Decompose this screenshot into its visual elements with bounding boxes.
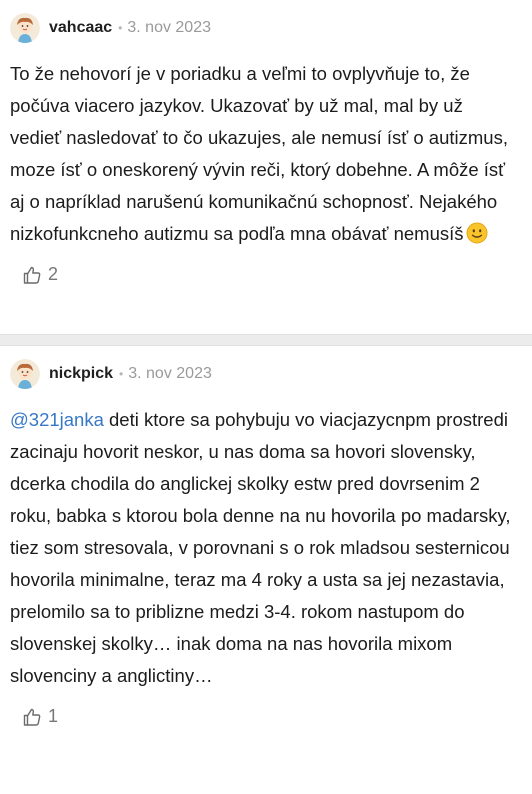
comment-text: @321janka deti ktore sa pohybuju vo viac… (10, 404, 522, 692)
meta-separator: • (118, 21, 123, 35)
comment-date: 3. nov 2023 (128, 365, 212, 382)
comment-header: vahcaac • 3. nov 2023 (10, 0, 522, 54)
username[interactable]: vahcaac (49, 19, 112, 37)
comment-divider (0, 334, 532, 346)
comment-card: vahcaac • 3. nov 2023 To že nehovorí je … (0, 0, 532, 334)
like-count: 1 (48, 706, 59, 726)
username[interactable]: nickpick (49, 365, 113, 383)
thumbs-up-icon (23, 266, 41, 284)
avatar[interactable] (10, 359, 40, 389)
comment-body-text: deti ktore sa pohybuju vo viacjazycnpm p… (10, 409, 511, 686)
comment-body-text: To že nehovorí je v poriadku a veľmi to … (10, 63, 508, 244)
comment-text: To že nehovorí je v poriadku a veľmi to … (10, 58, 522, 250)
like-button[interactable]: 1 (22, 706, 522, 727)
smiling-face-icon (466, 222, 488, 244)
user-mention-link[interactable]: @321janka (10, 409, 104, 430)
comment-date: 3. nov 2023 (127, 19, 211, 36)
like-count: 2 (48, 264, 59, 284)
avatar[interactable] (10, 13, 40, 43)
like-button[interactable]: 2 (22, 264, 522, 285)
meta-separator: • (119, 367, 124, 381)
comment-header: nickpick • 3. nov 2023 (10, 346, 522, 400)
comment-card: nickpick • 3. nov 2023 @321janka deti kt… (0, 346, 532, 794)
thumbs-up-icon (23, 708, 41, 726)
